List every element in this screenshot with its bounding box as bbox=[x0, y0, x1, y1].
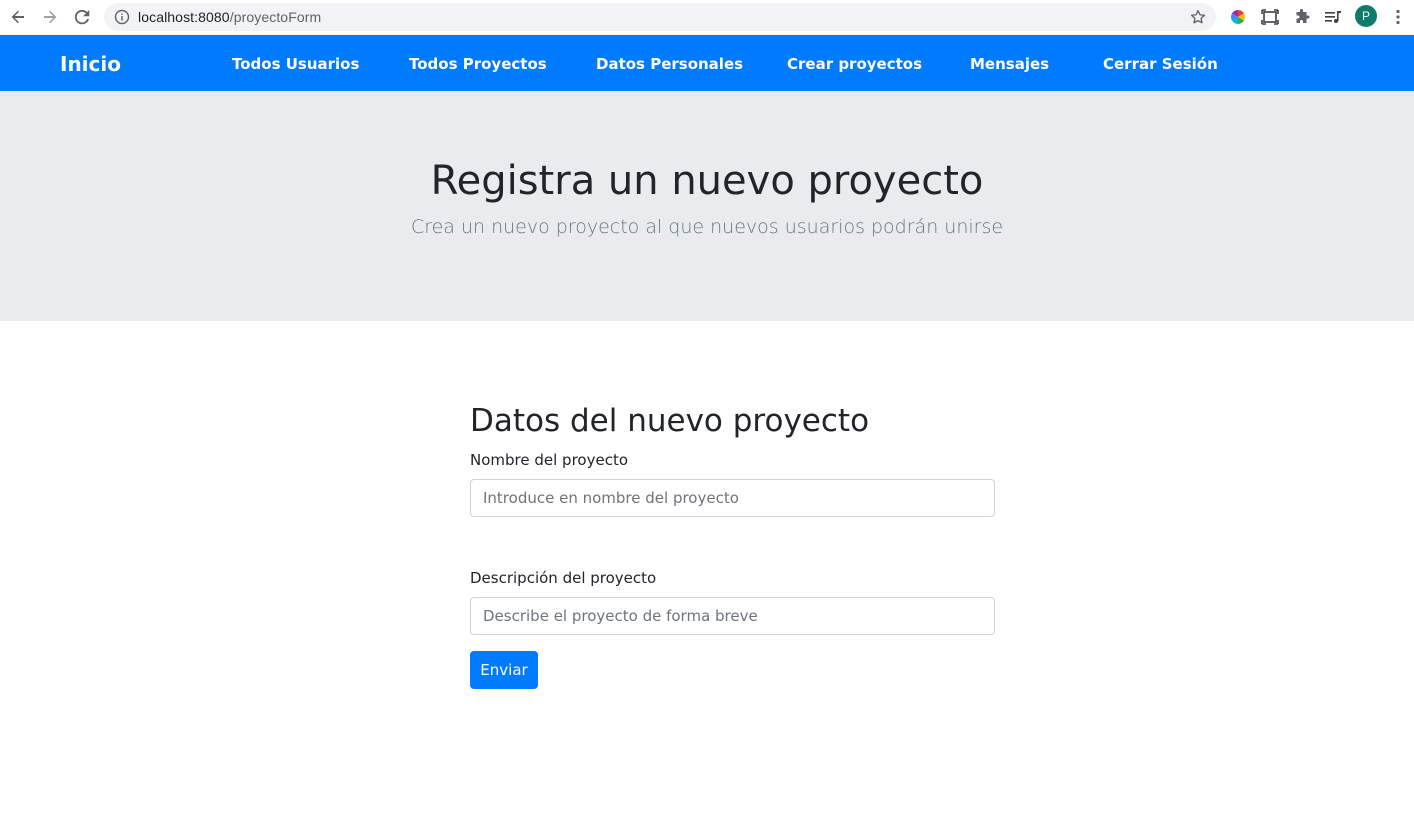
nav-link-mensajes[interactable]: Mensajes bbox=[970, 55, 1049, 73]
brand-home-link[interactable]: Inicio bbox=[60, 52, 121, 76]
info-icon[interactable] bbox=[114, 9, 130, 30]
screen-capture-icon[interactable] bbox=[1258, 5, 1282, 29]
form-title: Datos del nuevo proyecto bbox=[470, 403, 870, 439]
main-navbar: Inicio Todos Usuarios Todos Proyectos Da… bbox=[0, 35, 1414, 91]
nav-link-crear-proyectos[interactable]: Crear proyectos bbox=[787, 55, 922, 73]
url-host: localhost:8080 bbox=[138, 9, 230, 25]
url-text: localhost:8080/proyectoForm bbox=[138, 9, 321, 25]
media-queue-icon[interactable] bbox=[1321, 5, 1345, 29]
nav-link-datos-personales[interactable]: Datos Personales bbox=[596, 55, 743, 73]
back-arrow-icon[interactable] bbox=[6, 5, 30, 29]
project-description-input[interactable] bbox=[470, 597, 995, 635]
star-icon[interactable] bbox=[1189, 8, 1207, 31]
forward-arrow-icon[interactable] bbox=[38, 5, 62, 29]
submit-button[interactable]: Enviar bbox=[470, 651, 538, 689]
nav-link-todos-usuarios[interactable]: Todos Usuarios bbox=[232, 55, 359, 73]
project-name-input[interactable] bbox=[470, 479, 995, 517]
browser-toolbar: localhost:8080/proyectoForm P bbox=[0, 0, 1414, 35]
nav-link-todos-proyectos[interactable]: Todos Proyectos bbox=[409, 55, 547, 73]
page-subtitle: Crea un nuevo proyecto al que nuevos usu… bbox=[410, 216, 1004, 238]
jumbotron: Registra un nuevo proyecto Crea un nuevo… bbox=[0, 91, 1414, 321]
url-path: /proyectoForm bbox=[229, 9, 322, 25]
puzzle-extensions-icon[interactable] bbox=[1290, 5, 1314, 29]
project-name-label: Nombre del proyecto bbox=[470, 451, 628, 469]
nav-link-cerrar-sesion[interactable]: Cerrar Sesión bbox=[1103, 55, 1218, 73]
reload-icon[interactable] bbox=[70, 5, 94, 29]
profile-avatar[interactable]: P bbox=[1355, 5, 1377, 27]
page-title: Registra un nuevo proyecto bbox=[430, 158, 984, 204]
color-wheel-extension-icon[interactable] bbox=[1226, 5, 1250, 29]
address-bar[interactable]: localhost:8080/proyectoForm bbox=[104, 3, 1216, 31]
project-description-label: Descripción del proyecto bbox=[470, 569, 657, 587]
kebab-menu-icon[interactable] bbox=[1386, 5, 1410, 29]
